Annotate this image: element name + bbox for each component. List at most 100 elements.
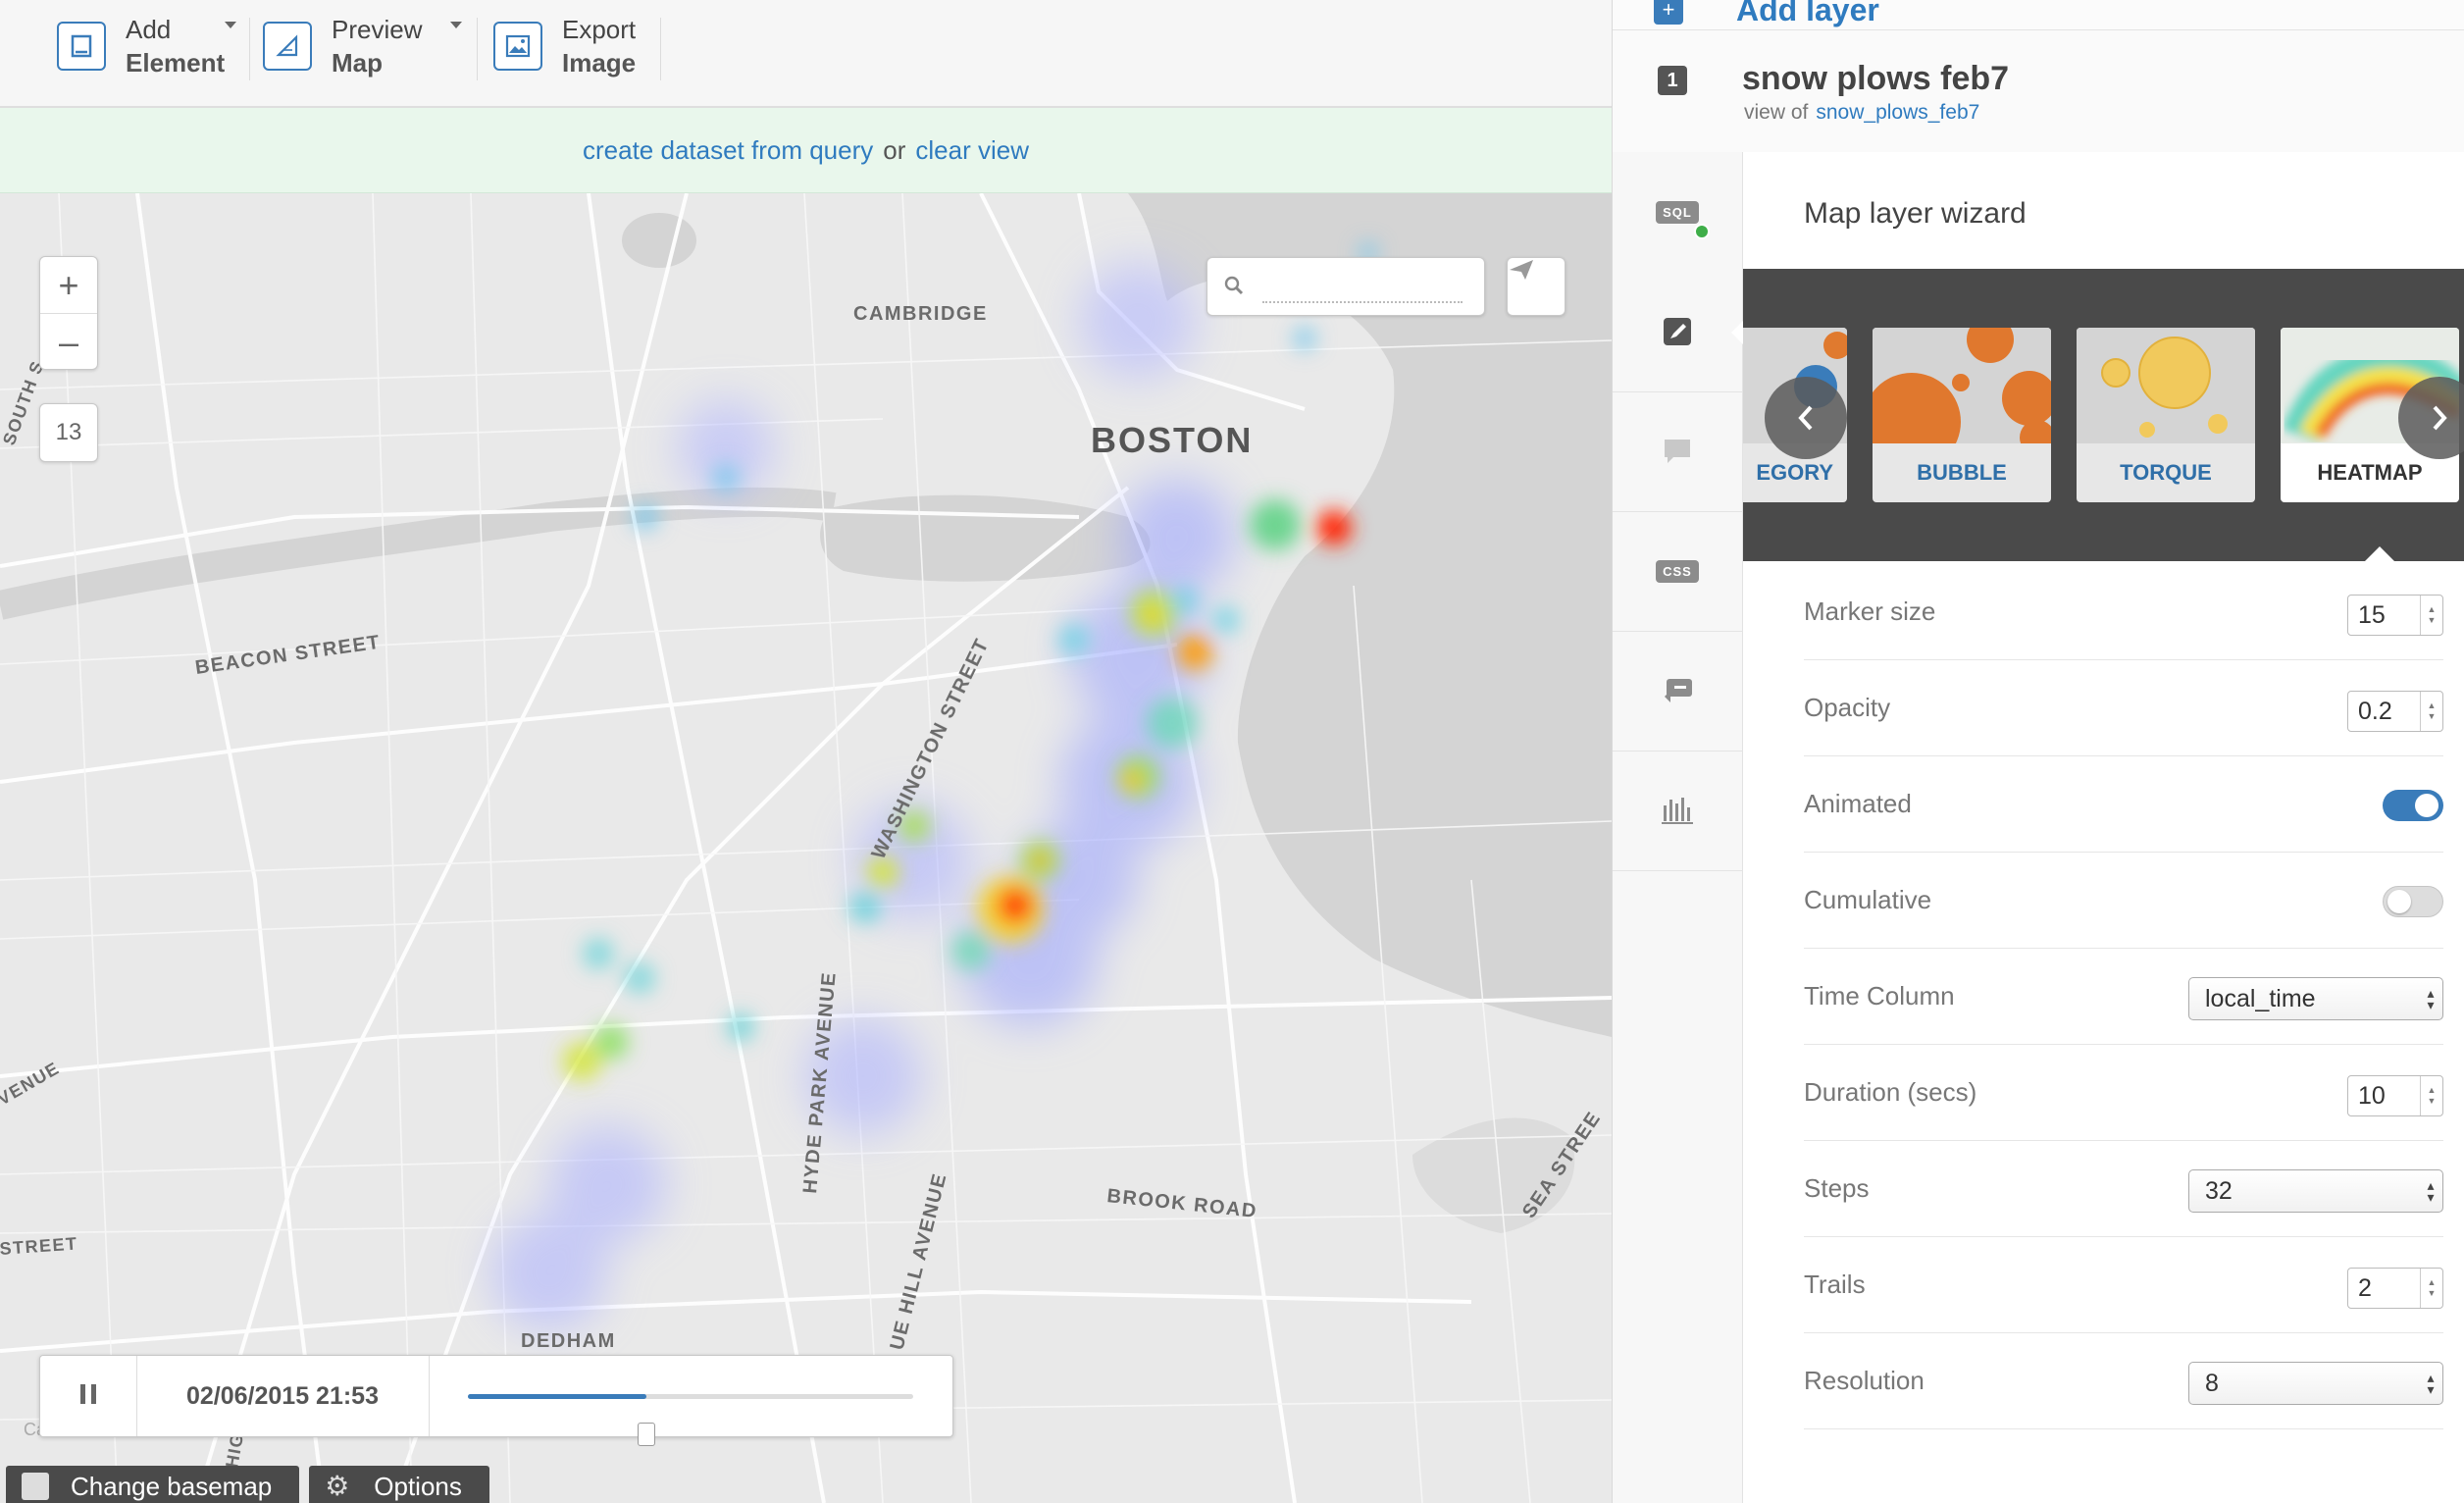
trails-label: Trails <box>1804 1270 1866 1299</box>
duration-label: Duration (secs) <box>1804 1077 1977 1107</box>
querybar-or-text: or <box>883 134 906 165</box>
zoom-level-indicator: 13 <box>39 403 98 462</box>
add-layer-label: Add layer <box>1736 0 1879 27</box>
top-toolbar: Add Element Preview Map Export Image <box>0 0 1612 108</box>
preview-icon <box>263 22 312 71</box>
add-element-label-2: Element <box>126 48 226 78</box>
property-time-column: Time Column local_time ▴ ▾ <box>1804 949 2443 1045</box>
label-blue-hill-avenue: UE HILL AVENUE <box>887 1170 951 1352</box>
preview-map-button[interactable]: Preview Map <box>263 14 422 78</box>
add-element-dropdown-icon[interactable] <box>225 22 236 28</box>
stepper-arrows-icon[interactable]: ▲ ▼ <box>2420 692 2442 731</box>
label-boston: BOSTON <box>1091 420 1253 460</box>
preview-map-label-1: Preview <box>332 15 423 44</box>
basemap: CAMBRIDGE BOSTON BEACON STREET WASHINGTO… <box>0 193 1612 1503</box>
trails-value[interactable]: 2 <box>2348 1274 2420 1303</box>
trails-stepper[interactable]: 2 ▲ ▼ <box>2347 1268 2443 1309</box>
resolution-select[interactable]: 8 ▴ ▾ <box>2188 1362 2443 1405</box>
layer-source: view of snow_plows_feb7 <box>1744 101 1979 125</box>
export-image-label-2: Image <box>562 48 637 78</box>
preview-map-dropdown-icon[interactable] <box>450 22 462 28</box>
tab-legends[interactable] <box>1613 631 1742 752</box>
tab-infowindow[interactable] <box>1613 391 1742 512</box>
stepper-arrows-icon[interactable]: ▲ ▼ <box>2420 1076 2442 1115</box>
sql-applied-dot <box>1694 224 1710 239</box>
opacity-stepper[interactable]: 0.2 ▲ ▼ <box>2347 691 2443 732</box>
animated-toggle[interactable] <box>2383 790 2443 821</box>
send-icon <box>1510 260 1533 280</box>
cumulative-toggle[interactable] <box>2383 886 2443 917</box>
change-basemap-button[interactable]: Change basemap <box>6 1466 300 1503</box>
marker-size-value[interactable]: 15 <box>2348 601 2420 630</box>
wizard-title: Map layer wizard <box>1804 197 2027 230</box>
zoom-out-button[interactable]: – <box>40 314 97 370</box>
label-venue: VENUE <box>0 1058 63 1109</box>
opacity-label: Opacity <box>1804 693 1891 722</box>
options-button[interactable]: ⚙ Options <box>309 1466 489 1503</box>
steps-label: Steps <box>1804 1173 1870 1203</box>
toolbar-divider <box>249 18 250 80</box>
fresh-pond <box>622 213 696 268</box>
time-slider-track[interactable] <box>429 1356 952 1446</box>
opacity-value[interactable]: 0.2 <box>2348 698 2420 726</box>
add-element-button[interactable]: Add Element <box>57 14 225 78</box>
change-basemap-label: Change basemap <box>71 1471 273 1501</box>
create-dataset-link[interactable]: create dataset from query <box>583 135 873 166</box>
selected-card-pointer <box>2363 546 2396 563</box>
clear-view-link[interactable]: clear view <box>915 135 1029 166</box>
tab-sql[interactable]: SQL <box>1613 152 1742 273</box>
map-search-input[interactable] <box>1262 272 1463 303</box>
resolution-value: 8 <box>2205 1369 2219 1397</box>
share-button[interactable] <box>1507 257 1566 316</box>
torque-time-slider: 02/06/2015 21:53 <box>39 1355 953 1446</box>
query-notification-bar: create dataset from query or clear view <box>0 108 1612 193</box>
add-layer-button[interactable]: + Add layer <box>1654 0 1879 29</box>
time-slider-handle[interactable] <box>637 1423 655 1446</box>
legend-icon <box>1665 679 1692 702</box>
carousel-prev-button[interactable] <box>1765 377 1847 459</box>
stepper-arrows-icon[interactable]: ▲ ▼ <box>2420 596 2442 635</box>
map-search-box[interactable] <box>1206 257 1485 316</box>
layer-header[interactable]: 1 snow plows feb7 view of snow_plows_feb7 <box>1613 29 2464 153</box>
card-torque[interactable]: TORQUE <box>2077 328 2255 502</box>
source-table-link[interactable]: snow_plows_feb7 <box>1816 101 1979 124</box>
card-bubble[interactable]: BUBBLE <box>1873 328 2051 502</box>
options-label: Options <box>374 1471 462 1501</box>
toggle-knob <box>2387 890 2411 913</box>
time-slider-rail[interactable] <box>468 1394 913 1446</box>
label-beacon-street: BEACON STREET <box>194 632 383 679</box>
marker-size-label: Marker size <box>1804 596 1936 626</box>
property-opacity: Opacity 0.2 ▲ ▼ <box>1804 660 2443 756</box>
label-cambridge: CAMBRIDGE <box>853 303 988 325</box>
zoom-in-button[interactable]: + <box>40 257 97 314</box>
animated-label: Animated <box>1804 789 1912 818</box>
duration-value[interactable]: 10 <box>2348 1082 2420 1111</box>
time-slider-progress <box>468 1394 646 1399</box>
visualization-type-carousel: EGORY BUBBLE TORQUE HEATMAP <box>1743 269 2464 561</box>
stepper-arrows-icon[interactable]: ▲ ▼ <box>2420 1269 2442 1308</box>
time-column-label: Time Column <box>1804 981 1955 1011</box>
card-torque-label: TORQUE <box>2120 460 2212 485</box>
tab-wizard[interactable] <box>1613 272 1743 392</box>
view-of-label: view of <box>1744 101 1809 124</box>
layer-side-tabs: SQL CSS <box>1613 152 1743 1503</box>
marker-size-stepper[interactable]: 15 ▲ ▼ <box>2347 595 2443 636</box>
layer-name[interactable]: snow plows feb7 <box>1742 60 2009 98</box>
pause-icon <box>77 1383 99 1409</box>
tab-filters[interactable] <box>1613 751 1742 871</box>
sql-icon: SQL <box>1656 200 1699 224</box>
time-column-select[interactable]: local_time ▴ ▾ <box>2188 977 2443 1020</box>
active-tab-pointer <box>1731 321 1743 344</box>
export-image-button[interactable]: Export Image <box>493 14 636 78</box>
steps-select[interactable]: 32 ▴ ▾ <box>2188 1169 2443 1213</box>
map-canvas[interactable]: CAMBRIDGE BOSTON BEACON STREET WASHINGTO… <box>0 193 1612 1503</box>
tab-css[interactable]: CSS <box>1613 511 1742 632</box>
property-animated: Animated <box>1804 756 2443 853</box>
brush-icon <box>1664 318 1691 345</box>
pause-button[interactable] <box>40 1356 137 1436</box>
time-column-value: local_time <box>2205 984 2316 1012</box>
image-icon <box>493 22 542 71</box>
property-trails: Trails 2 ▲ ▼ <box>1804 1237 2443 1333</box>
bar-chart-icon <box>1662 798 1693 824</box>
duration-stepper[interactable]: 10 ▲ ▼ <box>2347 1075 2443 1116</box>
